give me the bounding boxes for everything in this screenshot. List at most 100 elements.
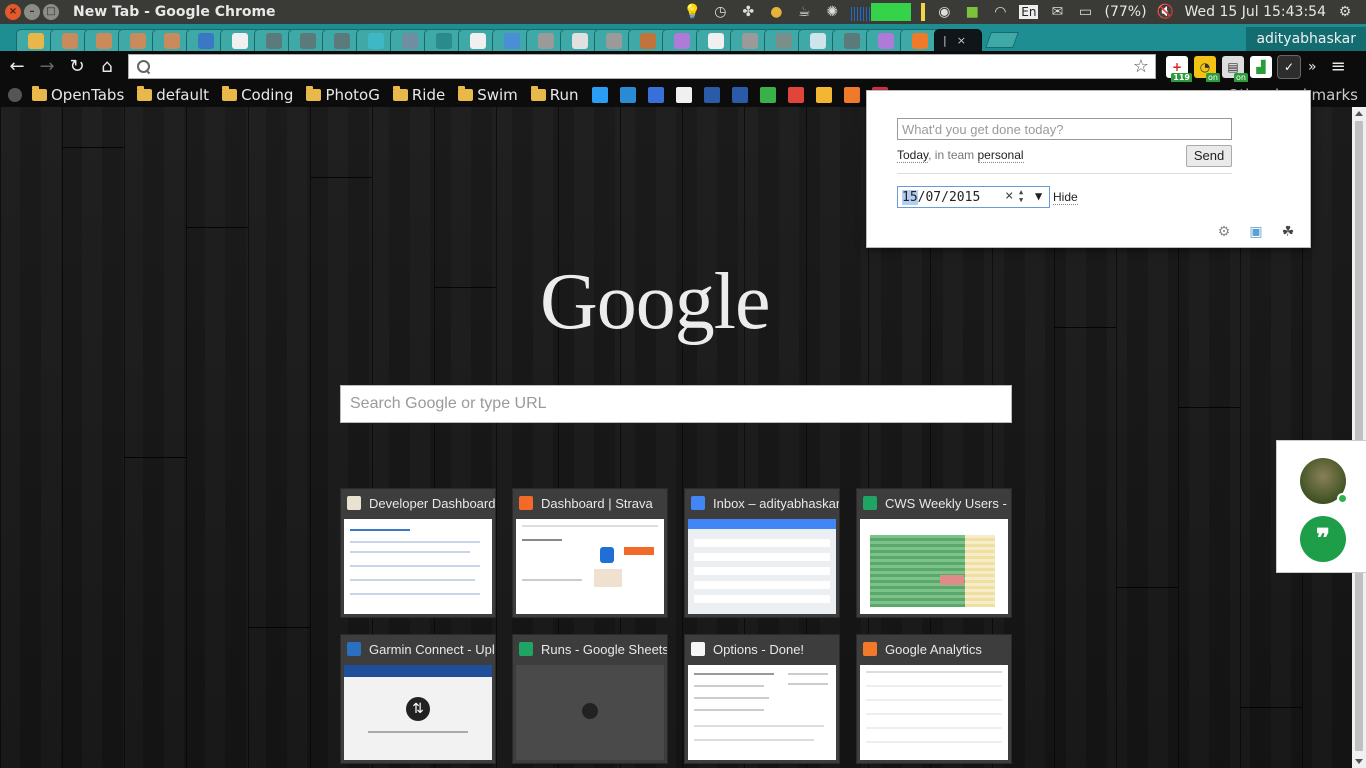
chart-bookmark-icon[interactable]: [675, 86, 692, 103]
tile-title: Options - Done!: [713, 641, 805, 657]
keyboard-layout[interactable]: En: [1019, 5, 1039, 19]
mute-icon[interactable]: 🔇: [1157, 3, 1175, 21]
omnibox[interactable]: ☆: [128, 54, 1156, 79]
store-bookmark-icon[interactable]: [787, 86, 804, 103]
page-scrollbar[interactable]: [1352, 107, 1366, 768]
done-entry-input[interactable]: [897, 118, 1232, 140]
most-visited-tile[interactable]: Runs - Google Sheets: [512, 634, 668, 764]
bookmark-folder-label: Swim: [477, 85, 518, 104]
wifi-icon[interactable]: ◠: [991, 3, 1009, 21]
date-spinner-icon[interactable]: ▲ ▼: [1019, 188, 1023, 204]
maximize-window-button[interactable]: □: [43, 4, 59, 20]
favicon: [912, 32, 928, 49]
battery-icon[interactable]: ▭: [1076, 3, 1094, 21]
bookmark-folder[interactable]: Coding: [222, 85, 293, 104]
favicon: [402, 32, 418, 49]
favicon: [810, 32, 826, 49]
tile-title: CWS Weekly Users -: [885, 495, 1007, 511]
loading-dot: [582, 703, 598, 719]
done-extension-icon[interactable]: ✓: [1277, 54, 1301, 79]
most-visited-tile[interactable]: CWS Weekly Users -: [856, 488, 1012, 618]
popup-tools: ⚙ ▣ ☘: [1216, 223, 1296, 239]
gear-icon[interactable]: ⚙: [1216, 223, 1232, 239]
chrome-icon[interactable]: ●: [767, 3, 785, 21]
yellow-extension-icon[interactable]: ◔ on: [1194, 55, 1220, 83]
today-link[interactable]: Today: [897, 148, 929, 163]
bookmark-folder[interactable]: Run: [530, 85, 579, 104]
team-link[interactable]: personal: [977, 148, 1024, 163]
hide-link[interactable]: Hide: [1053, 190, 1078, 205]
minimize-window-button[interactable]: –: [24, 4, 40, 20]
tab-close-icon[interactable]: ×: [957, 34, 966, 47]
most-visited-tile[interactable]: Developer Dashboard: [340, 488, 496, 618]
bookmark-folder[interactable]: default: [137, 85, 209, 104]
back-arrow-icon[interactable]: ←: [4, 54, 30, 80]
bookmark-folder[interactable]: OpenTabs: [32, 85, 124, 104]
favicon: [538, 32, 554, 49]
bulb-icon[interactable]: 💡: [683, 3, 701, 21]
reload-icon[interactable]: ↻: [64, 54, 90, 80]
battery-percent: (77%): [1104, 4, 1147, 20]
twitter-bookmark-icon[interactable]: [591, 86, 608, 103]
folder-icon: [32, 85, 47, 101]
active-tab[interactable]: | ×: [934, 29, 982, 51]
chart-extension-icon[interactable]: ▟: [1250, 55, 1272, 78]
date-input[interactable]: 15/07/2015 × ▲ ▼ ▼: [897, 186, 1050, 208]
profile-name[interactable]: adityabhaskar: [1246, 27, 1366, 51]
forward-arrow-icon[interactable]: →: [34, 54, 60, 80]
analytics-bookmark-icon[interactable]: [843, 86, 860, 103]
clock-text[interactable]: Wed 15 Jul 15:43:54: [1185, 4, 1326, 20]
settings-gear-icon[interactable]: ⚙: [1336, 3, 1354, 21]
calendar-bookmark-icon[interactable]: [647, 86, 664, 103]
people-icon[interactable]: ☘: [1280, 223, 1296, 239]
ntp-search-input[interactable]: [340, 385, 1012, 423]
clear-date-icon[interactable]: ×: [1005, 188, 1013, 204]
tile-thumbnail: [688, 519, 836, 614]
aperture-icon[interactable]: ✺: [823, 3, 841, 21]
image-icon[interactable]: ▣: [1248, 223, 1264, 239]
green-app-icon[interactable]: ■: [963, 3, 981, 21]
most-visited-tile[interactable]: Dashboard | Strava: [512, 488, 668, 618]
apps-icon[interactable]: [8, 87, 22, 102]
eye-icon[interactable]: ◉: [935, 3, 953, 21]
clock-icon[interactable]: ◷: [711, 3, 729, 21]
tile-title: Developer Dashboard: [369, 495, 495, 511]
printer-extension-icon[interactable]: ▤ on: [1222, 55, 1248, 83]
most-visited-tile[interactable]: Options - Done!: [684, 634, 840, 764]
drive-bookmark-icon[interactable]: [703, 86, 720, 103]
google-drive-bookmark-icon[interactable]: [815, 86, 832, 103]
bookmark-folder[interactable]: Ride: [392, 85, 445, 104]
close-window-button[interactable]: ×: [5, 4, 21, 20]
favicon: [62, 32, 78, 49]
chevron-right-icon[interactable]: »: [1308, 59, 1317, 75]
scroll-down-arrow[interactable]: [1355, 759, 1363, 764]
date-day: 15: [902, 189, 918, 205]
drive-bookmark-icon[interactable]: [731, 86, 748, 103]
system-tray: 💡 ◷ ✤ ● ☕ ✺ ◉ ■ ◠ En ✉ ▭ (77%) 🔇 Wed 15 …: [683, 3, 1354, 21]
most-visited-tile[interactable]: Inbox – adityabhaskar: [684, 488, 840, 618]
folder-icon: [222, 85, 238, 101]
scroll-thumb[interactable]: [1355, 121, 1363, 751]
most-visited-tile[interactable]: Garmin Connect - Upl ⇅: [340, 634, 496, 764]
bookmark-star-icon[interactable]: ☆: [1133, 56, 1149, 77]
red-cross-extension-icon[interactable]: +119: [1166, 55, 1192, 83]
cup-icon[interactable]: ☕: [795, 3, 813, 21]
bookmark-folder[interactable]: PhotoG: [306, 85, 380, 104]
dropbox-icon[interactable]: ✤: [739, 3, 757, 21]
send-button[interactable]: Send: [1186, 145, 1232, 167]
scroll-up-arrow[interactable]: [1355, 111, 1363, 116]
play-bookmark-icon[interactable]: [759, 86, 776, 103]
window-title: New Tab - Google Chrome: [73, 4, 276, 20]
garmin-icon: [347, 642, 361, 656]
mail-icon[interactable]: ✉: [1048, 3, 1066, 21]
bookmark-icon[interactable]: [619, 86, 636, 103]
new-tab-button[interactable]: [985, 32, 1019, 48]
folder-icon: [306, 85, 322, 101]
bookmark-folder[interactable]: Swim: [458, 85, 518, 104]
menu-icon[interactable]: ≡: [1331, 56, 1346, 77]
date-dropdown-icon[interactable]: ▼: [1035, 189, 1042, 203]
address-input[interactable]: [157, 58, 1155, 75]
hangouts-quote-icon[interactable]: ❞: [1300, 516, 1346, 562]
home-icon[interactable]: ⌂: [94, 54, 120, 80]
most-visited-tile[interactable]: Google Analytics: [856, 634, 1012, 764]
